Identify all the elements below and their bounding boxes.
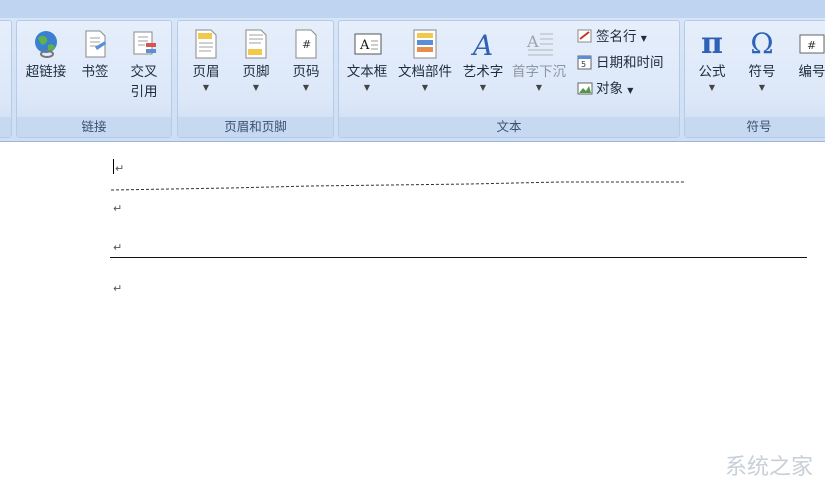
ribbon-tab-strip bbox=[0, 0, 825, 18]
textbox-dropdown-icon: ▼ bbox=[363, 83, 371, 92]
group-symbols: π 公式 ▼ Ω 符号 ▼ # 编号 符号 bbox=[684, 20, 825, 138]
quick-parts-label: 文档部件 bbox=[398, 64, 452, 80]
bookmark-label: 书签 bbox=[81, 64, 109, 80]
quick-parts-button[interactable]: 文档部件 ▼ bbox=[395, 29, 455, 93]
textbox-label: 文本框 bbox=[346, 64, 388, 80]
group-pages-partial-label bbox=[0, 117, 11, 137]
paragraph-mark-4: ↵ bbox=[113, 282, 123, 295]
group-symbols-label: 符号 bbox=[685, 117, 825, 137]
equation-button[interactable]: π 公式 ▼ bbox=[689, 29, 735, 93]
paragraph-mark-3: ↵ bbox=[113, 241, 123, 254]
omega-icon: Ω bbox=[750, 27, 774, 60]
group-header-footer-label: 页眉和页脚 bbox=[178, 117, 333, 137]
text-cursor bbox=[113, 159, 114, 174]
object-dropdown-icon: ▼ bbox=[627, 86, 634, 95]
watermark: 系统之家 bbox=[724, 455, 813, 480]
equation-dropdown-icon: ▼ bbox=[708, 83, 716, 92]
group-links-label: 链接 bbox=[17, 117, 171, 137]
svg-text:5: 5 bbox=[581, 60, 586, 69]
cross-reference-icon bbox=[130, 29, 158, 59]
signature-line-icon bbox=[577, 28, 593, 44]
numbering-button[interactable]: # 编号 bbox=[789, 29, 825, 82]
svg-text:A: A bbox=[526, 32, 539, 51]
page-number-label: 页码 bbox=[292, 64, 320, 80]
hyperlink-button[interactable]: 超链接 bbox=[19, 29, 73, 82]
document-page[interactable]: ↵ ↵ ↵ ↵ 系统之家 bbox=[0, 146, 825, 493]
paragraph-mark-2: ↵ bbox=[113, 202, 123, 215]
numbering-icon: # bbox=[798, 29, 825, 59]
object-label: 对象 bbox=[596, 81, 623, 97]
page-number-icon: # bbox=[292, 29, 320, 59]
wordart-button[interactable]: A 艺术字 ▼ bbox=[457, 29, 509, 93]
header-label: 页眉 bbox=[192, 64, 220, 80]
page-number-dropdown-icon: ▼ bbox=[302, 83, 310, 92]
signature-line-label: 签名行 bbox=[596, 29, 637, 45]
cross-reference-label-1: 交叉 bbox=[130, 64, 158, 80]
svg-text:A: A bbox=[359, 38, 370, 53]
date-time-label: 日期和时间 bbox=[596, 55, 664, 71]
group-links: 超链接 书签 交叉 引用 链接 bbox=[16, 20, 172, 138]
equation-label: 公式 bbox=[698, 64, 726, 80]
svg-text:#: # bbox=[302, 38, 311, 51]
quick-parts-icon bbox=[411, 29, 439, 59]
calendar-icon: 5 bbox=[577, 54, 593, 70]
header-icon bbox=[192, 29, 220, 59]
signature-line-dropdown-icon: ▼ bbox=[640, 34, 647, 43]
drop-cap-dropdown-icon: ▼ bbox=[535, 83, 543, 92]
footer-dropdown-icon: ▼ bbox=[252, 83, 260, 92]
ribbon: 超链接 书签 交叉 引用 链接 页眉 ▼ 页脚 ▼ # 页码 ▼ 页眉和页脚 A… bbox=[0, 0, 825, 142]
date-time-button[interactable]: 5 日期和时间 bbox=[577, 52, 664, 74]
dashed-line bbox=[110, 181, 685, 191]
group-pages-partial bbox=[0, 20, 12, 138]
footer-label: 页脚 bbox=[242, 64, 270, 80]
textbox-icon: A bbox=[353, 29, 382, 59]
cross-reference-label-2: 引用 bbox=[130, 84, 158, 100]
paragraph-mark-1: ↵ bbox=[115, 162, 125, 175]
footer-button[interactable]: 页脚 ▼ bbox=[232, 29, 280, 93]
hyperlink-label: 超链接 bbox=[25, 64, 67, 80]
object-button[interactable]: 对象 ▼ bbox=[577, 78, 633, 102]
group-text-label: 文本 bbox=[339, 117, 679, 137]
symbol-dropdown-icon: ▼ bbox=[758, 83, 766, 92]
header-dropdown-icon: ▼ bbox=[202, 83, 210, 92]
cross-reference-button[interactable]: 交叉 引用 bbox=[117, 29, 171, 102]
svg-text:A: A bbox=[470, 29, 493, 59]
drop-cap-icon: A bbox=[525, 29, 553, 59]
group-header-footer: 页眉 ▼ 页脚 ▼ # 页码 ▼ 页眉和页脚 bbox=[177, 20, 334, 138]
wordart-label: 艺术字 bbox=[462, 64, 504, 80]
pi-icon: π bbox=[701, 26, 723, 61]
symbol-label: 符号 bbox=[748, 64, 776, 80]
globe-link-icon bbox=[32, 29, 60, 59]
signature-line-button[interactable]: 签名行 ▼ bbox=[577, 26, 647, 50]
drop-cap-button[interactable]: A 首字下沉 ▼ bbox=[509, 29, 569, 93]
footer-icon bbox=[242, 29, 270, 59]
object-icon bbox=[577, 80, 593, 96]
group-text: A 文本框 ▼ 文档部件 ▼ A 艺术字 ▼ A 首字下沉 ▼ 签名行 ▼ 5 … bbox=[338, 20, 680, 138]
drop-cap-label: 首字下沉 bbox=[512, 64, 566, 80]
page-number-button[interactable]: # 页码 ▼ bbox=[282, 29, 330, 93]
numbering-glyph: # bbox=[807, 39, 816, 52]
header-button[interactable]: 页眉 ▼ bbox=[182, 29, 230, 93]
wordart-dropdown-icon: ▼ bbox=[479, 83, 487, 92]
horizontal-rule bbox=[110, 257, 807, 258]
bookmark-button[interactable]: 书签 bbox=[75, 29, 115, 82]
numbering-label: 编号 bbox=[798, 64, 825, 80]
wordart-icon: A bbox=[469, 29, 497, 62]
symbol-button[interactable]: Ω 符号 ▼ bbox=[739, 29, 785, 93]
textbox-button[interactable]: A 文本框 ▼ bbox=[341, 29, 393, 93]
bookmark-icon bbox=[81, 29, 109, 59]
quick-parts-dropdown-icon: ▼ bbox=[421, 83, 429, 92]
